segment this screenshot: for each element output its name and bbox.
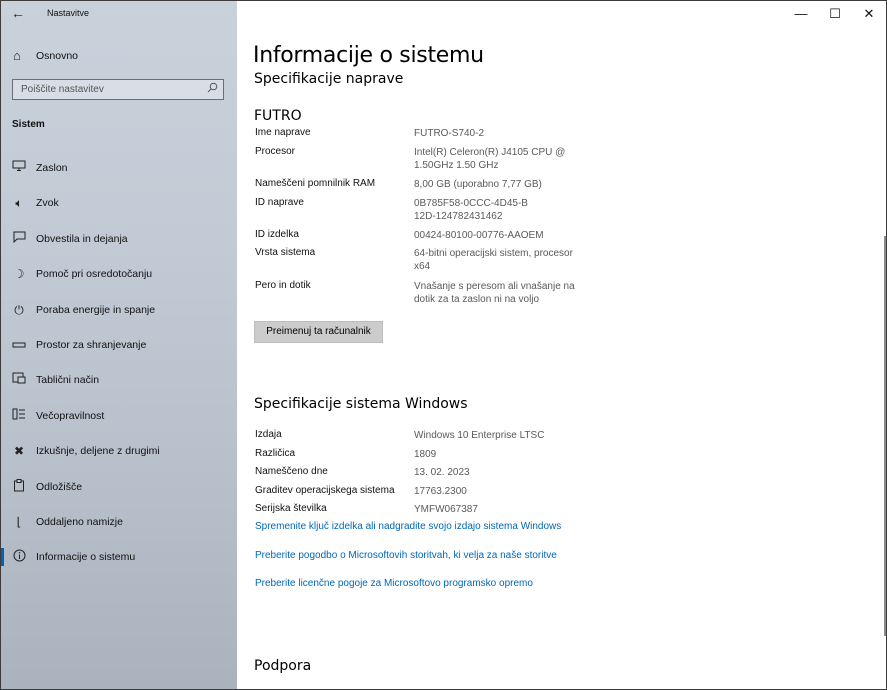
spec-value: 0B785F58-0CCC-4D45-B12D-124782431462 — [414, 198, 528, 222]
multitask-icon — [11, 408, 27, 424]
home-icon: ⌂ — [13, 48, 21, 63]
sidebar-item-izkusnje[interactable]: ✖ Izkušnje, deljene z drugimi — [1, 439, 237, 463]
sidebar-item-label: Zaslon — [36, 162, 68, 174]
notification-icon — [11, 231, 27, 247]
spec-value: Vnašanje s peresom ali vnašanje na dotik… — [414, 281, 575, 305]
title-bar-left: ← Nastavitve — [1, 1, 237, 27]
power-icon: ⏻ — [14, 303, 24, 317]
windows-spec-heading: Specifikacije sistema Windows — [254, 396, 468, 412]
main-content: — ☐ ✕ Informacije o sistemu Specifikacij… — [237, 1, 886, 689]
settings-window: ← Nastavitve ⌂ Osnovno Poiščite nastavit… — [0, 0, 887, 690]
spec-value: Windows 10 Enterprise LTSC — [414, 430, 545, 441]
sidebar-item-vecopravilnost[interactable]: Večopravilnost — [1, 404, 237, 428]
spec-key: ID izdelka — [255, 229, 299, 240]
spec-key: Nameščeno dne — [255, 466, 328, 477]
share-icon: ✖ — [13, 444, 25, 458]
home-label: Osnovno — [36, 50, 79, 62]
sidebar-item-label: Poraba energije in spanje — [36, 304, 156, 316]
moon-icon: ☽ — [13, 267, 25, 281]
spec-key: Ime naprave — [255, 127, 311, 138]
spec-key: Graditev operacijskega sistema — [255, 485, 395, 496]
rename-pc-button[interactable]: Preimenuj ta računalnik — [254, 321, 383, 343]
remote-icon: ⌊ — [16, 515, 22, 529]
spec-key: Pero in dotik — [255, 280, 311, 291]
back-arrow-icon[interactable]: ← — [11, 5, 27, 21]
spec-value: 1809 — [414, 449, 437, 460]
device-brand: FUTRO — [254, 108, 302, 124]
maximize-button[interactable]: ☐ — [818, 4, 852, 24]
sidebar-item-label: Zvok — [36, 197, 59, 209]
spec-key: Procesor — [255, 146, 296, 157]
search-placeholder: Poiščite nastavitev — [21, 84, 104, 95]
sidebar-item-informacije[interactable]: Informacije o sistemu — [1, 545, 237, 569]
search-icon — [207, 82, 218, 96]
sidebar-item-tablicni[interactable]: Tablični način — [1, 368, 237, 392]
services-agreement-link[interactable]: Preberite pogodbo o Microsoftovih storit… — [255, 550, 557, 561]
sidebar-item-label: Oddaljeno namizje — [36, 516, 123, 528]
sidebar: ← Nastavitve ⌂ Osnovno Poiščite nastavit… — [1, 1, 237, 689]
spec-value: 00424-80100-00776-AAOEM — [414, 230, 544, 241]
spec-value: 64-bitni operacijski sistem, procesor x6… — [414, 248, 573, 272]
spec-value: Intel(R) Celeron(R) J4105 CPU @ 1.50GHz … — [414, 147, 566, 171]
scrollbar[interactable] — [884, 236, 886, 636]
info-icon — [11, 549, 27, 565]
spec-value: YMFW067387 — [414, 504, 478, 515]
device-spec-heading: Specifikacije naprave — [254, 71, 404, 87]
sidebar-item-label: Odložišče — [36, 481, 83, 493]
spec-key: Serijska številka — [255, 503, 327, 514]
spec-key: Izdaja — [255, 429, 282, 440]
section-title-sistem: Sistem — [12, 119, 45, 130]
speaker-icon: 🔈︎ — [15, 196, 23, 210]
spec-key: Nameščeni pomnilnik RAM — [255, 178, 376, 189]
spec-key: ID naprave — [255, 197, 304, 208]
spec-value: 13. 02. 2023 — [414, 467, 470, 478]
sidebar-item-label: Tablični način — [36, 374, 100, 386]
spec-key: Vrsta sistema — [255, 247, 316, 258]
close-button[interactable]: ✕ — [852, 4, 886, 24]
page-title: Informacije o sistemu — [253, 43, 484, 68]
sidebar-item-label: Izkušnje, deljene z drugimi — [36, 445, 160, 457]
sidebar-item-prostor[interactable]: Prostor za shranjevanje — [1, 333, 237, 357]
sidebar-item-obvestila[interactable]: Obvestila in dejanja — [1, 227, 237, 251]
sidebar-item-zvok[interactable]: 🔈︎ Zvok — [1, 191, 237, 215]
sidebar-item-odlozisce[interactable]: Odložišče — [1, 475, 237, 499]
sidebar-item-oddaljeno[interactable]: ⌊ Oddaljeno namizje — [1, 510, 237, 534]
minimize-button[interactable]: — — [784, 4, 818, 24]
sidebar-item-label: Informacije o sistemu — [36, 551, 136, 563]
clipboard-icon — [11, 479, 27, 495]
sidebar-item-pomoc[interactable]: ☽ Pomoč pri osredotočanju — [1, 262, 237, 286]
tablet-icon — [11, 372, 27, 388]
sidebar-item-label: Obvestila in dejanja — [36, 233, 128, 245]
app-title: Nastavitve — [47, 8, 90, 18]
spec-key: Različica — [255, 448, 296, 459]
sidebar-item-label: Pomoč pri osredotočanju — [36, 268, 153, 280]
sidebar-item-zaslon[interactable]: Zaslon — [1, 156, 237, 180]
sidebar-item-label: Večopravilnost — [36, 410, 105, 422]
spec-value: 8,00 GB (uporabno 7,77 GB) — [414, 179, 542, 190]
spec-value: 17763.2300 — [414, 486, 467, 497]
storage-icon — [11, 337, 27, 353]
search-input[interactable]: Poiščite nastavitev — [12, 79, 224, 100]
license-terms-link[interactable]: Preberite licenčne pogoje za Microsoftov… — [255, 578, 533, 589]
support-heading: Podpora — [254, 658, 312, 674]
monitor-icon — [11, 160, 27, 176]
spec-value: FUTRO-S740-2 — [414, 128, 485, 139]
change-product-key-link[interactable]: Spremenite ključ izdelka ali nadgradite … — [255, 521, 561, 532]
home-nav-item[interactable]: ⌂ Osnovno — [1, 45, 237, 67]
sidebar-item-label: Prostor za shranjevanje — [36, 339, 147, 351]
sidebar-item-poraba[interactable]: ⏻ Poraba energije in spanje — [1, 298, 237, 322]
